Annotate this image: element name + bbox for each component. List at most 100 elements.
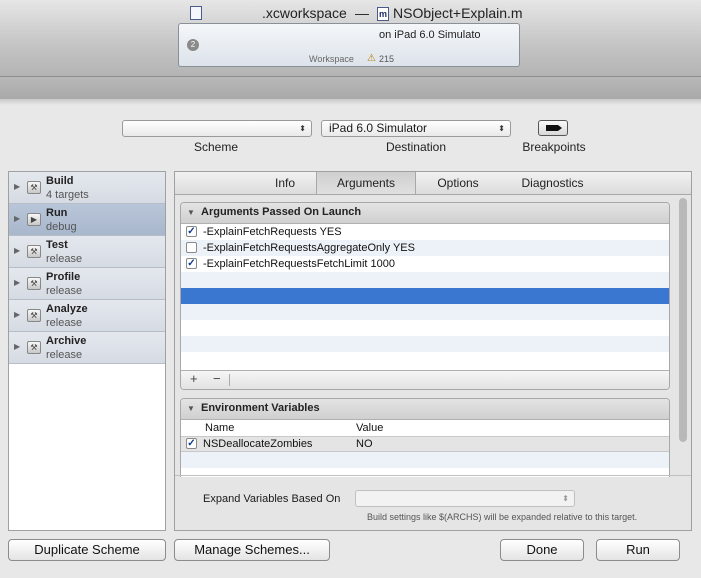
argument-text[interactable]: -ExplainFetchRequestsFetchLimit 1000 — [203, 256, 395, 272]
disclosure-triangle-icon[interactable]: ▶ — [14, 278, 20, 287]
argument-row[interactable]: ✓ -ExplainFetchRequests YES — [181, 224, 669, 240]
vertical-scrollbar[interactable] — [679, 198, 687, 442]
sidebar-item-name: Build — [46, 175, 74, 187]
activity-status-box[interactable]: 2 on iPad 6.0 Simulato Workspace ⚠ 215 — [178, 23, 520, 67]
sidebar-item-run[interactable]: ▶ ▶ Run debug — [9, 204, 165, 236]
expand-variables-popup[interactable]: ⬍ — [355, 490, 575, 507]
tab-diagnostics[interactable]: Diagnostics — [505, 172, 600, 194]
disclosure-triangle-icon[interactable]: ▶ — [14, 214, 20, 223]
environment-column-headers: Name Value — [181, 420, 669, 436]
arguments-footer-bar: + − — [181, 370, 669, 389]
tab-info[interactable]: Info — [255, 172, 315, 194]
sidebar-item-name: Analyze — [46, 303, 88, 315]
warning-count[interactable]: 215 — [379, 54, 394, 64]
build-icon: ⚒ — [27, 181, 41, 194]
tab-options[interactable]: Options — [418, 172, 498, 194]
done-button[interactable]: Done — [500, 539, 584, 561]
sidebar-item-analyze[interactable]: ▶ ⚒ Analyze release — [9, 300, 165, 332]
environment-name[interactable]: NSDeallocateZombies — [203, 437, 312, 451]
run-button[interactable]: Run — [596, 539, 680, 561]
sheet-shadow — [0, 99, 701, 105]
collapse-triangle-icon[interactable]: ▼ — [187, 203, 195, 222]
breakpoints-caption: Breakpoints — [522, 140, 586, 154]
collapse-triangle-icon[interactable]: ▼ — [187, 399, 195, 418]
warning-icon[interactable]: ⚠ — [367, 53, 376, 64]
sidebar-item-subtitle: release — [46, 253, 83, 265]
expand-variables-hint: Build settings like $(ARCHS) will be exp… — [367, 512, 638, 522]
disclosure-triangle-icon[interactable]: ▶ — [14, 310, 20, 319]
status-destination-text: on iPad 6.0 Simulato — [379, 29, 481, 41]
disclosure-triangle-icon[interactable]: ▶ — [14, 246, 20, 255]
sidebar-item-name: Profile — [46, 271, 81, 283]
argument-checkbox[interactable]: ✓ — [186, 258, 197, 269]
empty-row — [181, 320, 669, 336]
test-icon: ⚒ — [27, 245, 41, 258]
argument-checkbox[interactable]: ✓ — [186, 226, 197, 237]
destination-caption: Destination — [385, 140, 447, 154]
expand-variables-label: Expand Variables Based On — [203, 493, 341, 505]
environment-group: ▼ Environment Variables Name Value ✓ NSD… — [180, 398, 670, 478]
sidebar-item-subtitle: release — [46, 317, 83, 329]
empty-row — [181, 304, 669, 320]
add-argument-button[interactable]: + — [190, 371, 198, 386]
remove-argument-button[interactable]: − — [213, 371, 221, 386]
run-icon: ▶ — [27, 213, 41, 226]
argument-checkbox[interactable] — [186, 242, 197, 253]
sidebar-item-subtitle: debug — [46, 221, 77, 233]
file-title: NSObject+Explain.m — [393, 5, 523, 21]
arguments-group: ▼ Arguments Passed On Launch ✓ -ExplainF… — [180, 202, 670, 390]
breakpoints-toggle-button[interactable] — [538, 120, 568, 136]
environment-group-title: Environment Variables — [201, 402, 320, 414]
empty-row — [181, 336, 669, 352]
sidebar-item-subtitle: 4 targets — [46, 189, 89, 201]
disclosure-triangle-icon[interactable]: ▶ — [14, 342, 20, 351]
title-separator: — — [355, 5, 369, 21]
archive-icon: ⚒ — [27, 341, 41, 354]
sidebar-item-profile[interactable]: ▶ ⚒ Profile release — [9, 268, 165, 300]
column-header-value[interactable]: Value — [356, 420, 383, 436]
arguments-group-header[interactable]: ▼ Arguments Passed On Launch — [181, 203, 669, 224]
profile-icon: ⚒ — [27, 277, 41, 290]
arguments-group-title: Arguments Passed On Launch — [201, 206, 362, 218]
selected-empty-row[interactable] — [181, 288, 669, 304]
argument-row[interactable]: -ExplainFetchRequestsAggregateOnly YES — [181, 240, 669, 256]
popup-arrows-icon: ⬍ — [498, 124, 505, 133]
environment-row[interactable]: ✓ NSDeallocateZombies NO — [181, 436, 669, 452]
destination-popup-value: iPad 6.0 Simulator — [329, 121, 428, 135]
scheme-popup[interactable]: ⬍ — [122, 120, 312, 137]
argument-row[interactable]: ✓ -ExplainFetchRequestsFetchLimit 1000 — [181, 256, 669, 272]
duplicate-scheme-button[interactable]: Duplicate Scheme — [8, 539, 166, 561]
workspace-label: Workspace — [309, 54, 354, 64]
sidebar-item-build[interactable]: ▶ ⚒ Build 4 targets — [9, 172, 165, 204]
popup-arrows-icon: ⬍ — [299, 124, 306, 133]
column-header-name[interactable]: Name — [205, 420, 234, 436]
manage-schemes-button[interactable]: Manage Schemes... — [174, 539, 330, 561]
argument-text[interactable]: -ExplainFetchRequests YES — [203, 224, 342, 240]
sidebar-item-name: Run — [46, 207, 68, 219]
empty-row — [181, 352, 669, 368]
workspace-title: .xcworkspace — [262, 5, 347, 21]
disclosure-triangle-icon[interactable]: ▶ — [14, 182, 20, 191]
sidebar-item-test[interactable]: ▶ ⚒ Test release — [9, 236, 165, 268]
popup-arrows-icon: ⬍ — [562, 494, 569, 503]
destination-popup[interactable]: iPad 6.0 Simulator ⬍ — [321, 120, 511, 137]
empty-row — [181, 452, 669, 468]
tab-arguments[interactable]: Arguments — [316, 172, 416, 194]
workspace-document-icon — [190, 6, 202, 20]
environment-group-header[interactable]: ▼ Environment Variables — [181, 399, 669, 420]
activity-count-badge: 2 — [187, 39, 199, 51]
breakpoint-icon — [546, 125, 562, 131]
environment-checkbox[interactable]: ✓ — [186, 438, 197, 449]
expand-variables-area: Expand Variables Based On ⬍ Build settin… — [175, 477, 691, 530]
argument-text[interactable]: -ExplainFetchRequestsAggregateOnly YES — [203, 240, 415, 256]
sidebar-item-name: Archive — [46, 335, 87, 347]
sidebar-item-subtitle: release — [46, 349, 83, 361]
analyze-icon: ⚒ — [27, 309, 41, 322]
scheme-editor-panel: Info Arguments Options Diagnostics ▼ Arg… — [174, 171, 692, 531]
scheme-caption: Scheme — [193, 140, 239, 154]
sidebar-item-subtitle: release — [46, 285, 83, 297]
window-titlebar: .xcworkspace — m NSObject+Explain.m 2 on… — [0, 0, 701, 77]
toolbar-divider — [0, 77, 701, 99]
environment-value[interactable]: NO — [356, 437, 373, 451]
sidebar-item-archive[interactable]: ▶ ⚒ Archive release — [9, 332, 165, 364]
